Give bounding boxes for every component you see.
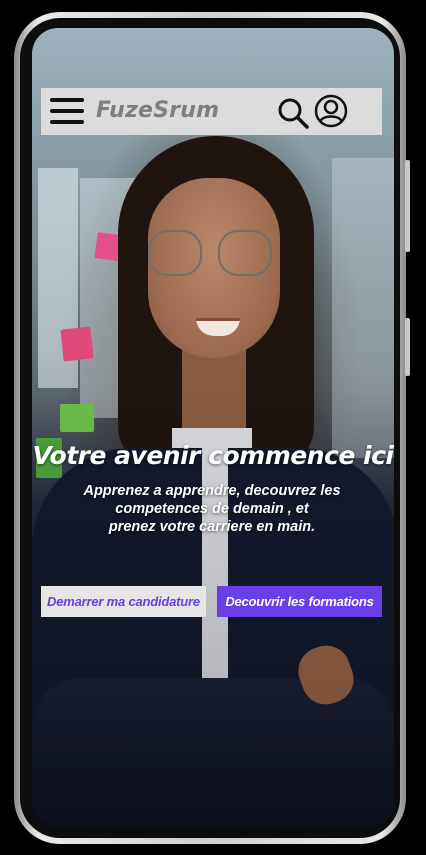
user-account-icon[interactable] bbox=[314, 94, 348, 128]
top-nav-bar: FuzeSrum bbox=[41, 88, 382, 135]
photo-overlay bbox=[32, 28, 394, 827]
phone-side-button bbox=[405, 160, 410, 252]
search-icon[interactable] bbox=[276, 97, 310, 129]
brand-logo-text[interactable]: FuzeSrum bbox=[96, 98, 219, 123]
start-application-button[interactable]: Demarrer ma candidature bbox=[41, 586, 206, 617]
hero-background-photo bbox=[32, 28, 394, 827]
phone-side-button bbox=[405, 318, 410, 376]
hamburger-menu-icon[interactable] bbox=[48, 97, 86, 125]
hero-subtitle-line: competences de demain , et bbox=[115, 501, 309, 517]
hero-subtitle-line: prenez votre carriere en main. bbox=[108, 519, 316, 535]
discover-trainings-button[interactable]: Decouvrir les formations bbox=[217, 586, 382, 617]
hero-subtitle-line: Apprenez a apprendre, decouvrez les bbox=[83, 483, 341, 499]
hero-title: Votre avenir commence ici bbox=[32, 441, 394, 470]
hero-subtitle: Apprenez a apprendre, decouvrez les comp… bbox=[66, 482, 358, 536]
